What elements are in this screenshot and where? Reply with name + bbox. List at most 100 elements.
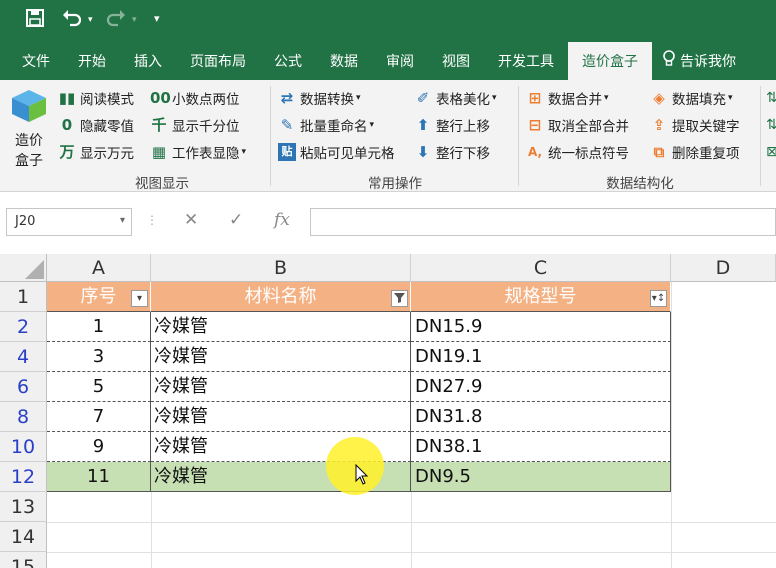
- name-box[interactable]: J20 ▾: [6, 208, 132, 236]
- group-label-common: 常用操作: [368, 176, 422, 192]
- customize-toolbar-icon[interactable]: ▾: [154, 12, 160, 25]
- move-row-down-label: 整行下移: [436, 146, 490, 162]
- cell-index[interactable]: 11: [47, 462, 151, 492]
- row-header[interactable]: 4: [0, 342, 47, 372]
- fx-icon[interactable]: fx: [274, 210, 290, 230]
- undo-icon[interactable]: [62, 9, 82, 32]
- move-row-up-button[interactable]: ⬆ 整行上移: [414, 115, 490, 135]
- hide-zero-icon: 0: [61, 116, 73, 134]
- header-cell-spec[interactable]: 规格型号 ▾↕: [411, 282, 671, 312]
- tab-home[interactable]: 开始: [64, 42, 120, 80]
- select-all-corner[interactable]: [0, 254, 47, 282]
- row-header[interactable]: 15: [0, 552, 47, 568]
- chevron-down-icon: ▾: [492, 93, 497, 103]
- cell-spec[interactable]: DN15.9: [411, 312, 671, 342]
- decimal-icon: 00: [150, 89, 171, 107]
- redo-dropdown-icon[interactable]: ▾: [132, 15, 137, 25]
- unify-punctuation-button[interactable]: A, 统一标点符号: [526, 142, 629, 162]
- tab-developer[interactable]: 开发工具: [484, 42, 568, 80]
- extract-keyword-label: 提取关键字: [672, 119, 740, 135]
- cell-index[interactable]: 3: [47, 342, 151, 372]
- tab-formulas[interactable]: 公式: [260, 42, 316, 80]
- row-header[interactable]: 12: [0, 462, 47, 492]
- cell-spec[interactable]: DN31.8: [411, 402, 671, 432]
- cell-spec[interactable]: DN38.1: [411, 432, 671, 462]
- table-beautify-button[interactable]: ✐ 表格美化 ▾: [414, 88, 497, 108]
- sheet-visibility-label: 工作表显隐: [172, 146, 240, 162]
- confirm-icon[interactable]: ✓: [229, 210, 243, 230]
- arrow-down-icon: ⬇: [416, 143, 430, 161]
- move-row-down-button[interactable]: ⬇ 整行下移: [414, 142, 490, 162]
- redo-icon[interactable]: [106, 9, 126, 32]
- cell-spec[interactable]: DN27.9: [411, 372, 671, 402]
- cell-spec[interactable]: DN9.5: [411, 462, 671, 492]
- header-cell-material[interactable]: 材料名称: [151, 282, 411, 312]
- data-fill-button[interactable]: ◈ 数据填充 ▾: [650, 88, 732, 108]
- data-merge-button[interactable]: ⊞ 数据合并 ▾: [526, 88, 609, 108]
- cell-material[interactable]: 冷媒管: [151, 372, 411, 402]
- cancel-icon[interactable]: ✕: [184, 210, 198, 230]
- paste-visible-button[interactable]: 贴粘贴可见单元格: [278, 142, 395, 162]
- undo-dropdown-icon[interactable]: ▾: [88, 15, 93, 25]
- show-wan-button[interactable]: 万显示万元: [58, 142, 134, 162]
- remove-duplicates-button[interactable]: ⧉ 删除重复项: [650, 142, 740, 162]
- cube-icon: [8, 88, 50, 128]
- row-header[interactable]: 1: [0, 282, 47, 312]
- tab-data[interactable]: 数据: [316, 42, 372, 80]
- column-header-c[interactable]: C: [411, 254, 671, 282]
- cell-spec[interactable]: DN19.1: [411, 342, 671, 372]
- gridline: [411, 492, 412, 568]
- tab-zaojia-hezi[interactable]: 造价盒子: [568, 42, 652, 80]
- hide-zero-label: 隐藏零值: [80, 119, 134, 135]
- batch-rename-button[interactable]: ✎ 批量重命名 ▾: [278, 115, 374, 135]
- tab-file[interactable]: 文件: [0, 42, 64, 80]
- filter-dropdown-icon[interactable]: ▾: [131, 290, 148, 307]
- ribbon: 造价 盒子 ▮▮ 阅读模式 0 隐藏零值 万显示万元 00 小数点两位 千显示千分位 …: [0, 80, 776, 192]
- thousands-sep-button[interactable]: 千显示千分位: [150, 115, 239, 135]
- column-header-a[interactable]: A: [47, 254, 151, 282]
- filter-active-icon[interactable]: [391, 290, 408, 307]
- row-header[interactable]: 14: [0, 522, 47, 552]
- cell-index[interactable]: 9: [47, 432, 151, 462]
- save-icon[interactable]: [26, 9, 44, 32]
- row-header[interactable]: 2: [0, 312, 47, 342]
- cell-index[interactable]: 1: [47, 312, 151, 342]
- header-cell-index[interactable]: 序号 ▾: [47, 282, 151, 312]
- sort-dropdown-icon[interactable]: ▾↕: [650, 290, 667, 307]
- tab-review[interactable]: 审阅: [372, 42, 428, 80]
- formula-input[interactable]: [310, 208, 776, 236]
- header-label: 序号: [80, 286, 117, 307]
- more-icon: ⊠: [766, 144, 776, 160]
- tab-page-layout[interactable]: 页面布局: [176, 42, 260, 80]
- gridline: [151, 492, 152, 568]
- tab-insert[interactable]: 插入: [120, 42, 176, 80]
- tab-view[interactable]: 视图: [428, 42, 484, 80]
- row-header[interactable]: 8: [0, 402, 47, 432]
- cell-index[interactable]: 5: [47, 372, 151, 402]
- reading-mode-button[interactable]: ▮▮ 阅读模式: [58, 88, 134, 108]
- two-decimal-button[interactable]: 00 小数点两位: [150, 88, 240, 108]
- unmerge-all-button[interactable]: ⊟ 取消全部合并: [526, 115, 629, 135]
- zaojia-hezi-button[interactable]: 造价 盒子: [8, 88, 50, 169]
- header-label: 规格型号: [504, 286, 577, 307]
- hide-zero-button[interactable]: 0 隐藏零值: [58, 115, 134, 135]
- row-header[interactable]: 13: [0, 492, 47, 522]
- column-header-b[interactable]: B: [151, 254, 411, 282]
- sheet-visibility-button[interactable]: ▦ 工作表显隐 ▾: [150, 142, 246, 162]
- tell-me-search[interactable]: 告诉我你: [652, 42, 736, 80]
- cell-material[interactable]: 冷媒管: [151, 312, 411, 342]
- name-box-value: J20: [15, 214, 36, 229]
- unmerge-icon: ⊟: [528, 116, 542, 134]
- merge-icon: ⊞: [528, 89, 542, 107]
- row-header[interactable]: 6: [0, 372, 47, 402]
- cell-material[interactable]: 冷媒管: [151, 402, 411, 432]
- column-header-d[interactable]: D: [671, 254, 776, 282]
- extract-keyword-button[interactable]: ⇪ 提取关键字: [650, 115, 740, 135]
- chevron-down-icon: ▾: [356, 93, 361, 103]
- row-header[interactable]: 10: [0, 432, 47, 462]
- cell-material[interactable]: 冷媒管: [151, 342, 411, 372]
- data-convert-button[interactable]: ⇄ 数据转换 ▾: [278, 88, 361, 108]
- chevron-down-icon[interactable]: ▾: [120, 215, 125, 226]
- remove-dup-icon: ⧉: [653, 143, 665, 161]
- cell-index[interactable]: 7: [47, 402, 151, 432]
